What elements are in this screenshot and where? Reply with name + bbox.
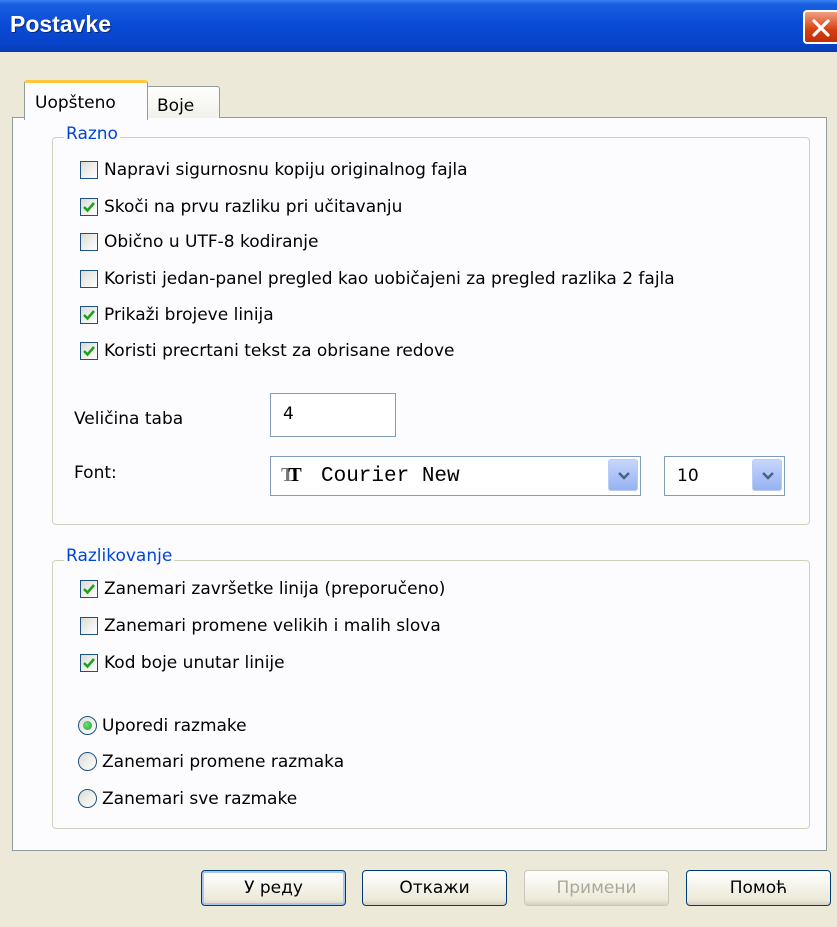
checkmark-icon [83, 584, 95, 595]
font-name-select[interactable]: TT Courier New [270, 456, 641, 496]
radio-ignore-whitespace-changes[interactable] [78, 752, 97, 771]
ok-button[interactable]: У реду [201, 870, 346, 906]
checkbox-strikethrough-deleted[interactable] [80, 342, 98, 360]
preferences-dialog: Postavke Boje Uopšteno Razno Napravi sig… [0, 0, 837, 927]
checkbox-inline-color-label[interactable]: Kod boje unutar linije [104, 653, 285, 673]
group-razno-legend: Razno [64, 124, 120, 144]
tab-uopsteno[interactable]: Uopšteno [24, 80, 148, 120]
checkbox-strikethrough-deleted-label[interactable]: Koristi precrtani tekst za obrisane redo… [104, 341, 455, 361]
chevron-down-icon [618, 472, 630, 480]
checkbox-utf8-default-label[interactable]: Obično u UTF-8 kodiranje [104, 232, 318, 252]
chevron-down-icon [762, 472, 774, 480]
truetype-font-icon: TT [281, 464, 302, 486]
checkbox-inline-color[interactable] [80, 654, 98, 672]
radio-compare-whitespace[interactable] [78, 716, 97, 735]
tab-size-value: 4 [283, 404, 294, 424]
tab-size-input[interactable]: 4 [270, 393, 396, 437]
checkmark-icon [83, 346, 95, 357]
radio-compare-whitespace-label[interactable]: Uporedi razmake [102, 716, 247, 736]
checkmark-icon [83, 310, 95, 321]
checkbox-jump-first-diff-label[interactable]: Skoči na prvu razliku pri učitavanju [104, 197, 402, 217]
checkbox-ignore-line-endings[interactable] [80, 580, 98, 598]
apply-button[interactable]: Примени [524, 870, 669, 906]
font-size-dropdown-button[interactable] [752, 459, 782, 491]
close-icon [812, 19, 830, 37]
checkbox-backup-original[interactable] [80, 161, 98, 179]
checkmark-icon [83, 202, 95, 213]
tab-boje[interactable]: Boje [146, 86, 220, 118]
radio-selected-dot [83, 721, 92, 730]
tab-label: Boje [157, 96, 195, 116]
checkbox-backup-original-label[interactable]: Napravi sigurnosnu kopiju originalnog fa… [104, 160, 468, 180]
group-razlikovanje-legend: Razlikovanje [64, 546, 175, 566]
checkbox-single-panel[interactable] [80, 270, 98, 288]
font-label: Font: [74, 463, 117, 483]
checkbox-utf8-default[interactable] [80, 233, 98, 251]
font-name-dropdown-button[interactable] [608, 459, 638, 491]
font-size-value: 10 [677, 466, 699, 486]
radio-ignore-all-whitespace-label[interactable]: Zanemari sve razmake [102, 789, 297, 809]
radio-ignore-whitespace-changes-label[interactable]: Zanemari promene razmaka [102, 752, 344, 772]
font-name-value: Courier New [321, 465, 460, 488]
title-bar[interactable]: Postavke [0, 0, 837, 52]
window-title: Postavke [10, 11, 112, 37]
checkbox-line-numbers-label[interactable]: Prikaži brojeve linija [104, 305, 274, 325]
cancel-button[interactable]: Откажи [362, 870, 507, 906]
font-size-select[interactable]: 10 [664, 456, 785, 496]
checkbox-single-panel-label[interactable]: Koristi jedan-panel pregled kao uobičaje… [104, 269, 675, 289]
tab-size-label: Veličina taba [74, 409, 184, 429]
help-button[interactable]: Помоћ [686, 870, 831, 906]
checkmark-icon [83, 658, 95, 669]
checkbox-jump-first-diff[interactable] [80, 198, 98, 216]
tab-label: Uopšteno [35, 93, 116, 113]
checkbox-ignore-line-endings-label[interactable]: Zanemari završetke linija (preporučeno) [104, 579, 445, 599]
checkbox-ignore-case-label[interactable]: Zanemari promene velikih i malih slova [104, 616, 441, 636]
radio-ignore-all-whitespace[interactable] [78, 789, 97, 808]
close-button[interactable] [803, 10, 837, 44]
checkbox-line-numbers[interactable] [80, 306, 98, 324]
checkbox-ignore-case[interactable] [80, 617, 98, 635]
